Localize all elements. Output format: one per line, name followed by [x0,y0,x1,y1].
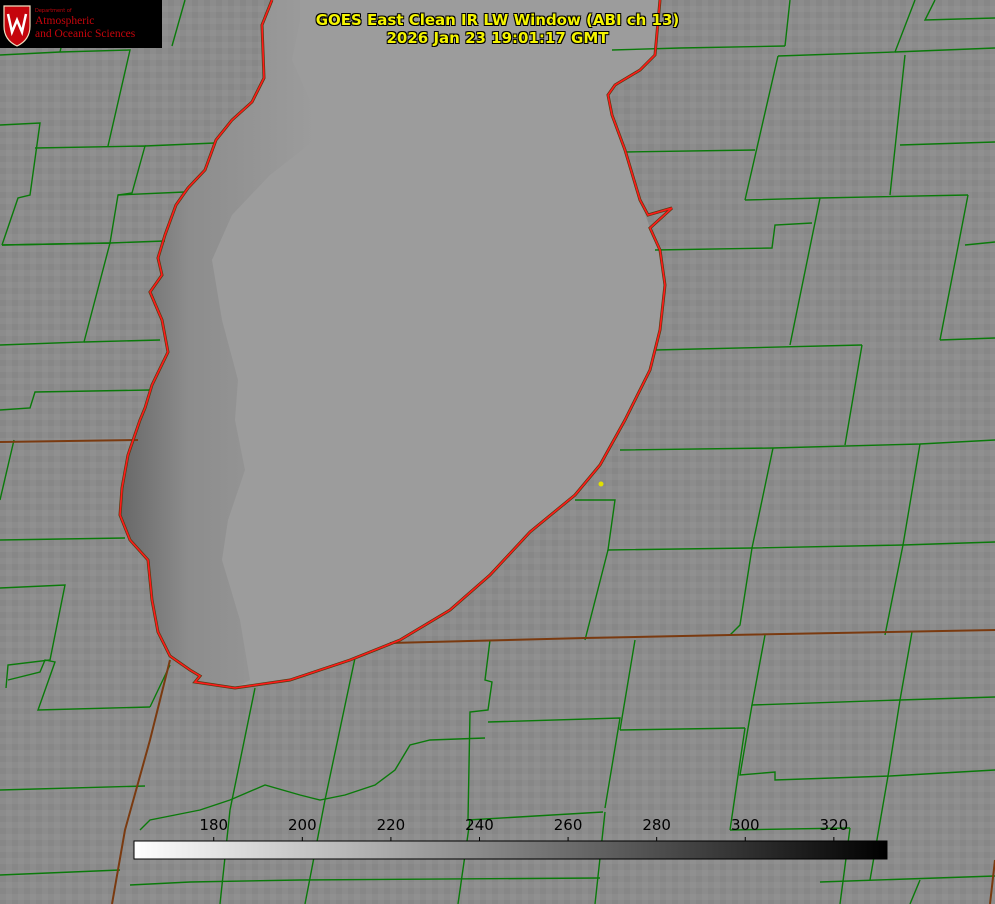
location-marker [598,481,604,487]
image-timestamp: 2026 Jan 23 19:01:17 GMT [386,29,609,47]
image-title: GOES East Clean IR LW Window (ABI ch 13) [315,11,680,29]
satellite-map [0,0,995,904]
